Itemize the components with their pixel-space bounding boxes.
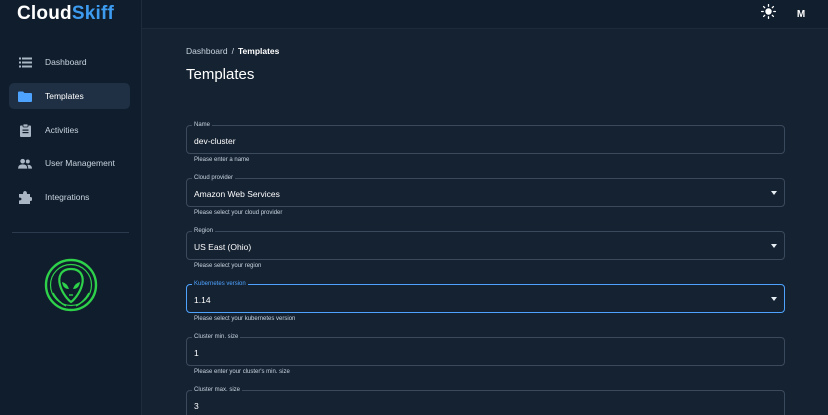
field-value: dev-cluster — [194, 136, 236, 146]
field-label: Cloud provider — [192, 174, 236, 182]
app-logo[interactable]: CloudSkiff — [17, 3, 114, 25]
sidebar-item-activities[interactable]: Activities — [9, 117, 130, 143]
sidebar-item-label: Templates — [45, 91, 84, 101]
top-bar: M — [142, 0, 828, 29]
avatar[interactable]: M — [790, 3, 812, 25]
dropdown-arrow-icon — [771, 244, 777, 248]
sidebar-item-user-management[interactable]: User Management — [9, 150, 130, 176]
list-icon — [18, 55, 32, 69]
cluster-min-size-field[interactable]: Cluster min. size 1 — [186, 333, 785, 366]
field-value: US East (Ohio) — [194, 242, 252, 252]
kubernetes-version-select[interactable]: Kubernetes version 1.14 — [186, 280, 785, 313]
field-label: Cluster max. size — [192, 386, 243, 394]
breadcrumb-parent-link[interactable]: Dashboard — [186, 46, 228, 56]
breadcrumb-current: Templates — [237, 46, 280, 56]
alien-badge-icon — [44, 258, 98, 312]
field-label: Cluster min. size — [192, 333, 241, 341]
field-label: Name — [192, 121, 213, 129]
puzzle-icon — [18, 190, 32, 204]
field-label: Region — [192, 227, 216, 235]
field-helper-text: Please select your region — [194, 263, 262, 269]
sidebar: CloudSkiff Dashboard Templates Activitie… — [0, 0, 142, 415]
page-title: Templates — [186, 66, 255, 83]
field-helper-text: Please select your cloud provider — [194, 210, 283, 216]
folder-icon — [18, 89, 32, 103]
sidebar-item-templates[interactable]: Templates — [9, 83, 130, 109]
field-label: Kubernetes version — [192, 280, 248, 288]
sun-icon — [760, 3, 776, 24]
dropdown-arrow-icon — [771, 297, 777, 301]
sidebar-item-label: User Management — [45, 158, 115, 168]
cluster-max-size-field[interactable]: Cluster max. size 3 — [186, 386, 785, 415]
dropdown-arrow-icon — [771, 191, 777, 195]
field-helper-text: Please select your kubernetes version — [194, 316, 296, 322]
sidebar-item-dashboard[interactable]: Dashboard — [9, 49, 130, 75]
breadcrumb: Dashboard / Templates — [186, 46, 279, 56]
cloud-provider-select[interactable]: Cloud provider Amazon Web Services — [186, 174, 785, 207]
users-icon — [18, 156, 32, 170]
logo-text-part1: Cloud — [17, 3, 72, 24]
sidebar-item-label: Integrations — [45, 192, 90, 202]
field-value: 3 — [194, 401, 199, 411]
breadcrumb-separator: / — [231, 46, 234, 56]
field-helper-text: Please enter a name — [194, 157, 250, 163]
sidebar-divider — [12, 232, 129, 233]
region-select[interactable]: Region US East (Ohio) — [186, 227, 785, 260]
field-helper-text: Please enter your cluster's min. size — [194, 369, 290, 375]
clipboard-icon — [18, 123, 32, 137]
field-value: Amazon Web Services — [194, 189, 280, 199]
theme-toggle-button[interactable] — [758, 3, 778, 24]
sidebar-item-label: Dashboard — [45, 57, 87, 67]
field-value: 1 — [194, 348, 199, 358]
name-field[interactable]: Name dev-cluster — [186, 121, 785, 154]
field-value: 1.14 — [194, 295, 211, 305]
logo-text-part2: Skiff — [71, 3, 115, 24]
sidebar-item-label: Activities — [45, 125, 79, 135]
sidebar-item-integrations[interactable]: Integrations — [9, 184, 130, 210]
